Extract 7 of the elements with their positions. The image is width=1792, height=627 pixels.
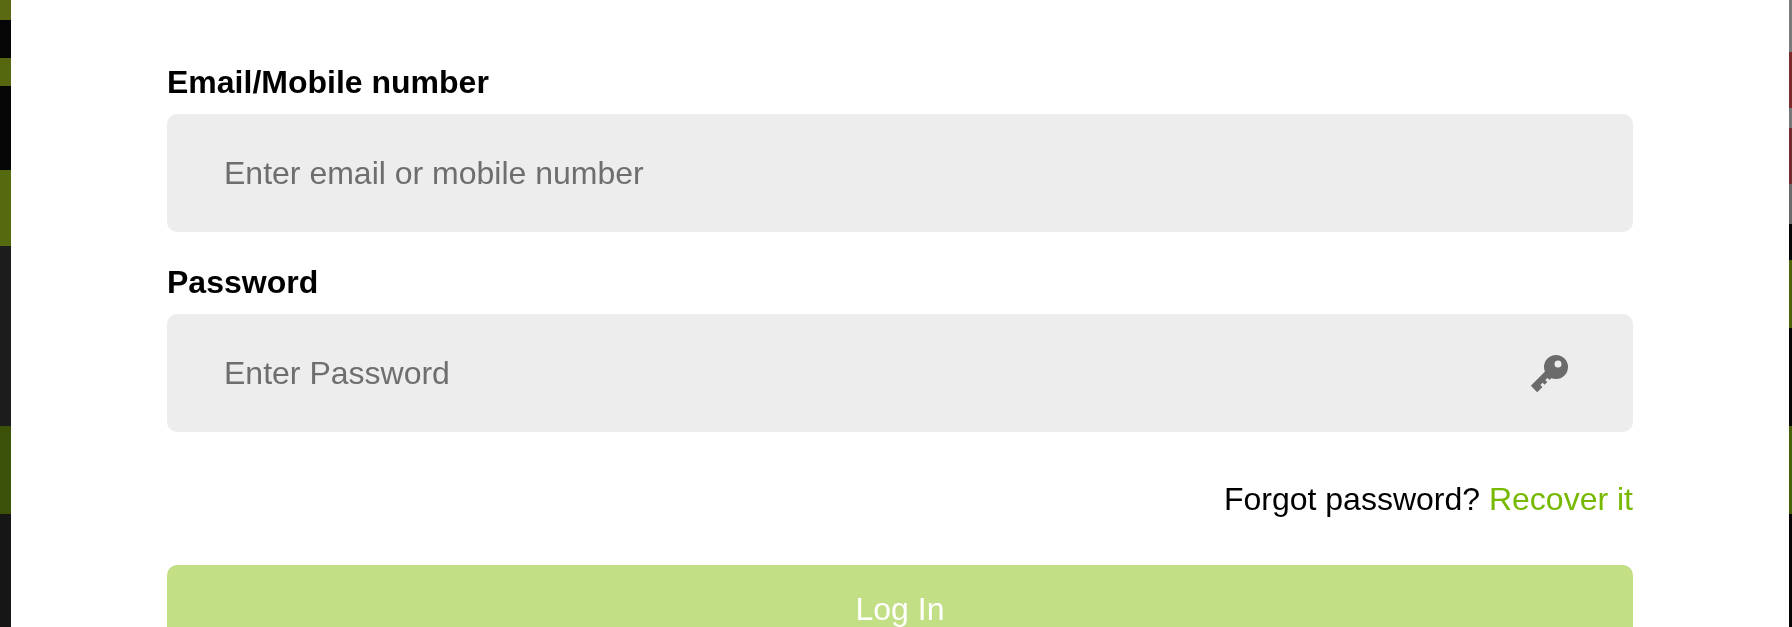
email-field[interactable]: Enter email or mobile number xyxy=(167,114,1633,232)
password-field[interactable]: Enter Password xyxy=(167,314,1633,432)
field-label: Password xyxy=(167,264,319,300)
field-label: Email/Mobile number xyxy=(167,64,489,100)
key-icon[interactable] xyxy=(1530,353,1570,393)
recover-link[interactable]: Recover it xyxy=(1488,481,1633,517)
recovery-prompt: Forgot password? Recover it xyxy=(1223,481,1633,517)
